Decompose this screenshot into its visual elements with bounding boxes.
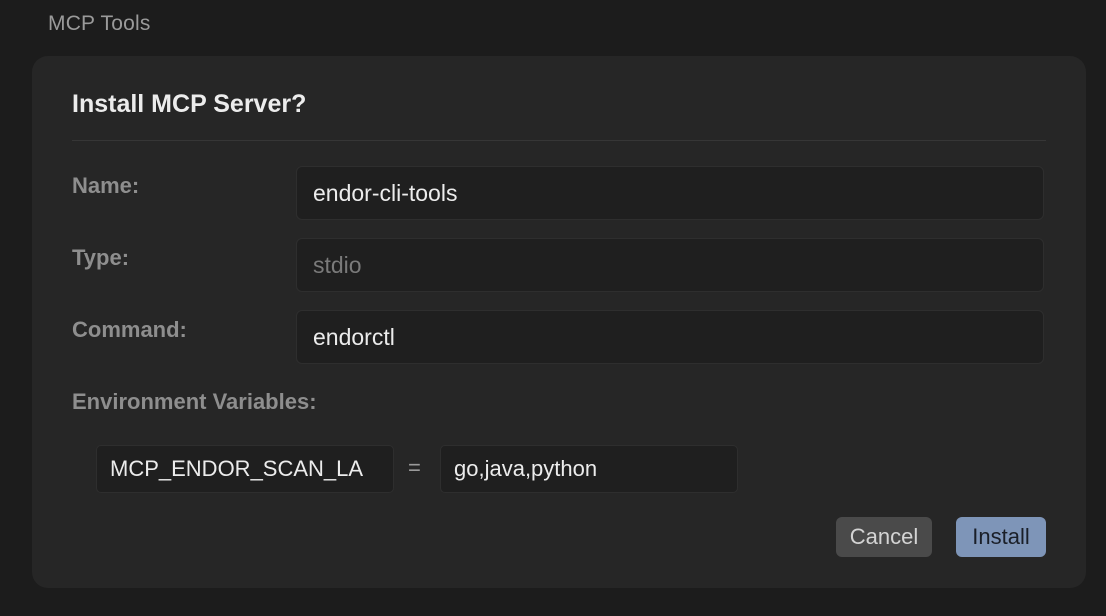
env-var-value-field[interactable]: go,java,python [440,445,738,493]
install-button[interactable]: Install [956,517,1046,557]
install-mcp-server-dialog: Install MCP Server? Name: endor-cli-tool… [32,56,1086,588]
name-label: Name: [72,173,140,198]
command-field[interactable]: endorctl [296,310,1044,364]
environment-variables-label: Environment Variables: [72,389,317,414]
section-title: MCP Tools [48,12,151,35]
name-field[interactable]: endor-cli-tools [296,166,1044,220]
type-field: stdio [296,238,1044,292]
divider [72,140,1046,141]
command-label: Command: [72,317,187,342]
dialog-title: Install MCP Server? [72,90,307,118]
mcp-tools-page: MCP Tools Install MCP Server? Name: endo… [0,0,1106,616]
type-label: Type: [72,245,130,270]
env-var-equals-sign: = [408,455,421,480]
cancel-button[interactable]: Cancel [836,517,932,557]
env-var-key-field[interactable]: MCP_ENDOR_SCAN_LA [96,445,394,493]
